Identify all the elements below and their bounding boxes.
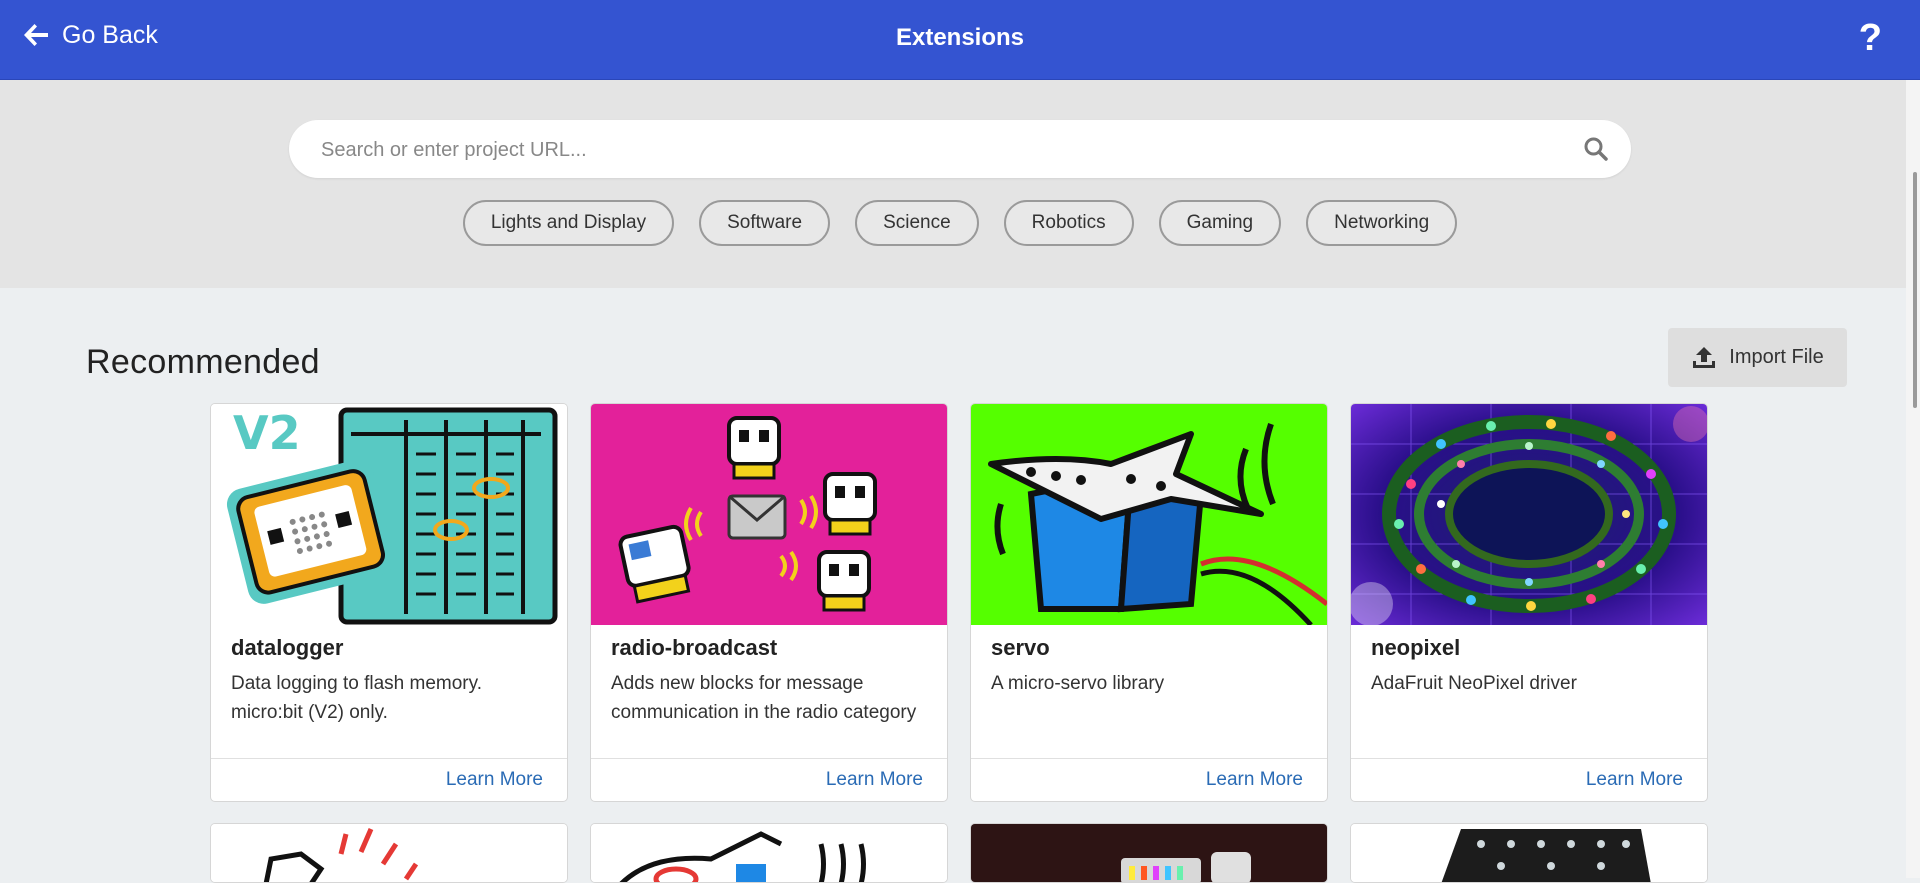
card-title: servo <box>991 635 1050 660</box>
category-chip-software[interactable]: Software <box>699 200 831 246</box>
card-footer: Learn More <box>211 758 567 801</box>
extension-card-servo[interactable]: servo A micro-servo library Learn More <box>970 403 1328 802</box>
learn-more-link[interactable]: Learn More <box>1206 769 1303 791</box>
card-description: Adds new blocks for message communicatio… <box>611 673 917 723</box>
upload-icon <box>1693 346 1716 368</box>
learn-more-link[interactable]: Learn More <box>826 769 923 791</box>
servo-illustration <box>971 404 1327 625</box>
card-image-radio-broadcast <box>591 404 947 625</box>
card-image-partial <box>211 824 567 882</box>
svg-text:V2: V2 <box>233 406 301 460</box>
card-image-partial <box>591 824 947 882</box>
radio-broadcast-illustration <box>591 404 947 625</box>
search-input[interactable] <box>319 120 1543 180</box>
import-file-label: Import File <box>1729 346 1824 368</box>
category-chip-lights-and-display[interactable]: Lights and Display <box>462 200 675 246</box>
category-chip-networking[interactable]: Networking <box>1306 200 1458 246</box>
extension-card-neopixel[interactable]: neopixel AdaFruit NeoPixel driver Learn … <box>1350 403 1708 802</box>
category-chips: Lights and Display Software Science Robo… <box>0 200 1920 246</box>
extension-card-radio-broadcast[interactable]: radio-broadcast Adds new blocks for mess… <box>590 403 948 802</box>
card-image-neopixel <box>1351 404 1707 625</box>
card-image-partial <box>971 824 1327 882</box>
card-footer: Learn More <box>971 758 1327 801</box>
learn-more-link[interactable]: Learn More <box>1586 769 1683 791</box>
category-chip-robotics[interactable]: Robotics <box>1003 200 1134 246</box>
category-chip-gaming[interactable]: Gaming <box>1158 200 1282 246</box>
section-title: Recommended <box>86 343 320 381</box>
datalogger-illustration: V2 <box>211 404 567 625</box>
scrollbar-thumb[interactable] <box>1913 172 1917 408</box>
extension-card-row2-3[interactable] <box>970 823 1328 883</box>
top-bar: Go Back Extensions ? <box>0 0 1920 80</box>
card-footer: Learn More <box>1351 758 1707 801</box>
search-icon[interactable] <box>1583 136 1609 162</box>
neopixel-illustration <box>1351 404 1707 625</box>
card-image-servo <box>971 404 1327 625</box>
card-image-datalogger: V2 <box>211 404 567 625</box>
extension-card-row2-4[interactable] <box>1350 823 1708 883</box>
card-description: AdaFruit NeoPixel driver <box>1371 673 1577 694</box>
extension-card-row2-1[interactable] <box>210 823 568 883</box>
extension-card-row2-2[interactable] <box>590 823 948 883</box>
category-chip-science[interactable]: Science <box>855 200 979 246</box>
search-box <box>289 120 1631 180</box>
card-image-partial <box>1351 824 1707 882</box>
card-title: datalogger <box>231 635 344 660</box>
card-footer: Learn More <box>591 758 947 801</box>
card-title: neopixel <box>1371 635 1461 660</box>
learn-more-link[interactable]: Learn More <box>446 769 543 791</box>
card-description: A micro-servo library <box>991 673 1165 694</box>
import-file-button[interactable]: Import File <box>1668 328 1847 387</box>
page-title: Extensions <box>895 24 1025 51</box>
card-title: radio-broadcast <box>611 635 778 660</box>
extension-card-datalogger[interactable]: V2 datalogger Data logging to flash memo… <box>210 403 568 802</box>
search-area: Lights and Display Software Science Robo… <box>0 80 1920 288</box>
help-icon[interactable]: ? <box>1859 18 1882 58</box>
page-scrollbar[interactable] <box>1906 80 1920 878</box>
card-description: Data logging to flash memory. micro:bit … <box>231 673 482 723</box>
